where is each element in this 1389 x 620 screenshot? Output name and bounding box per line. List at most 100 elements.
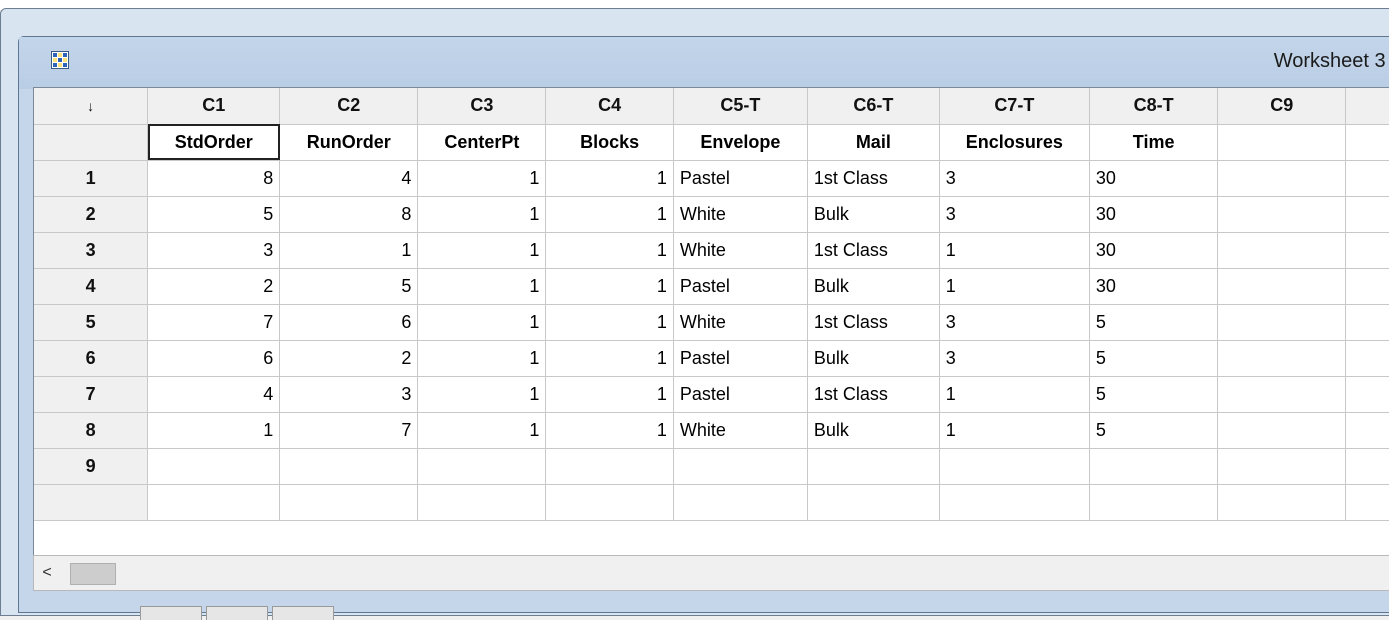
column-id-header[interactable]: C8-T xyxy=(1089,88,1219,125)
data-cell[interactable] xyxy=(1345,232,1389,269)
worksheet-icon[interactable] xyxy=(51,51,69,69)
data-cell[interactable] xyxy=(1217,340,1347,377)
table-row[interactable] xyxy=(34,484,1389,521)
worksheet-window[interactable]: Worksheet 3 * ↓ C1 C2 C3 C4 C5-T C6-T C7-T C8-T… xyxy=(18,36,1389,613)
data-cell[interactable]: 6 xyxy=(147,340,281,377)
data-cell[interactable]: 30 xyxy=(1089,232,1219,269)
data-cell[interactable] xyxy=(673,484,808,521)
column-id-header[interactable]: C5-T xyxy=(673,88,808,125)
data-cell[interactable] xyxy=(1345,376,1389,413)
data-cell[interactable] xyxy=(147,484,281,521)
row-number[interactable] xyxy=(34,484,149,521)
row-number[interactable]: 7 xyxy=(34,376,149,413)
data-cell[interactable] xyxy=(1345,268,1389,305)
data-cell[interactable]: 4 xyxy=(147,376,281,413)
column-name-cell[interactable]: Mail xyxy=(807,124,940,161)
table-row[interactable]: 5 7 6 1 1 White 1st Class 3 5 xyxy=(34,304,1389,341)
data-cell[interactable]: 1 xyxy=(417,160,547,197)
window-tab[interactable] xyxy=(140,606,202,620)
sort-arrow-icon[interactable]: ↓ xyxy=(34,88,149,125)
column-id-header[interactable]: C7-T xyxy=(939,88,1090,125)
data-cell[interactable] xyxy=(673,448,808,485)
data-cell[interactable]: White xyxy=(673,304,808,341)
data-cell[interactable]: Bulk xyxy=(807,196,940,233)
table-row[interactable]: 2 5 8 1 1 White Bulk 3 30 xyxy=(34,196,1389,233)
data-cell[interactable]: 3 xyxy=(147,232,281,269)
data-cell[interactable]: 8 xyxy=(147,160,281,197)
data-cell[interactable]: 30 xyxy=(1089,160,1219,197)
table-row[interactable]: 9 xyxy=(34,448,1389,485)
data-cell[interactable]: 1 xyxy=(417,196,547,233)
data-cell[interactable] xyxy=(417,448,547,485)
data-cell[interactable] xyxy=(1345,160,1389,197)
worksheet-grid[interactable]: ↓ C1 C2 C3 C4 C5-T C6-T C7-T C8-T C9 StdOrder Run… xyxy=(33,87,1389,559)
data-cell[interactable]: 3 xyxy=(939,340,1090,377)
data-cell[interactable] xyxy=(1345,412,1389,449)
table-row[interactable]: 3 3 1 1 1 White 1st Class 1 30 xyxy=(34,232,1389,269)
data-cell[interactable]: Pastel xyxy=(673,340,808,377)
column-id-header[interactable]: C1 xyxy=(147,88,281,125)
data-cell[interactable] xyxy=(1345,484,1389,521)
data-cell[interactable] xyxy=(279,448,419,485)
data-cell[interactable]: 2 xyxy=(279,340,419,377)
data-cell[interactable] xyxy=(1089,448,1219,485)
data-cell[interactable] xyxy=(1345,340,1389,377)
data-cell[interactable] xyxy=(1217,412,1347,449)
data-cell[interactable] xyxy=(1217,268,1347,305)
data-cell[interactable] xyxy=(279,484,419,521)
data-cell[interactable]: 1 xyxy=(417,268,547,305)
data-cell[interactable] xyxy=(1345,448,1389,485)
scroll-thumb[interactable] xyxy=(70,563,116,585)
data-cell[interactable]: 1st Class xyxy=(807,304,940,341)
data-cell[interactable]: 1 xyxy=(417,376,547,413)
row-number[interactable]: 8 xyxy=(34,412,149,449)
data-cell[interactable] xyxy=(147,448,281,485)
data-cell[interactable] xyxy=(807,448,940,485)
column-name-cell[interactable]: Time xyxy=(1089,124,1219,161)
data-cell[interactable]: 1 xyxy=(417,304,547,341)
data-cell[interactable]: Bulk xyxy=(807,268,940,305)
data-cell[interactable]: 5 xyxy=(147,196,281,233)
data-cell[interactable]: 1 xyxy=(545,340,674,377)
data-cell[interactable]: Bulk xyxy=(807,340,940,377)
column-id-header[interactable]: C3 xyxy=(417,88,547,125)
data-cell[interactable]: 30 xyxy=(1089,196,1219,233)
data-cell[interactable]: 3 xyxy=(279,376,419,413)
data-cell[interactable]: 3 xyxy=(939,160,1090,197)
column-name-cell[interactable]: CenterPt xyxy=(417,124,547,161)
row-number[interactable]: 5 xyxy=(34,304,149,341)
table-row[interactable]: 7 4 3 1 1 Pastel 1st Class 1 5 xyxy=(34,376,1389,413)
data-cell[interactable] xyxy=(1345,196,1389,233)
row-header-blank[interactable] xyxy=(34,124,149,161)
data-cell[interactable]: 8 xyxy=(279,196,419,233)
data-cell[interactable]: Pastel xyxy=(673,376,808,413)
data-cell[interactable]: 7 xyxy=(147,304,281,341)
data-cell[interactable]: 5 xyxy=(1089,376,1219,413)
row-number[interactable]: 1 xyxy=(34,160,149,197)
data-cell[interactable]: 1 xyxy=(939,232,1090,269)
table-row[interactable]: 6 6 2 1 1 Pastel Bulk 3 5 xyxy=(34,340,1389,377)
window-tab[interactable] xyxy=(206,606,268,620)
data-cell[interactable]: 2 xyxy=(147,268,281,305)
table-row[interactable]: 4 2 5 1 1 Pastel Bulk 1 30 xyxy=(34,268,1389,305)
row-number[interactable]: 3 xyxy=(34,232,149,269)
data-cell[interactable] xyxy=(1345,304,1389,341)
data-cell[interactable] xyxy=(807,484,940,521)
data-cell[interactable] xyxy=(1217,160,1347,197)
title-bar[interactable]: Worksheet 3 * xyxy=(19,37,1389,89)
data-cell[interactable] xyxy=(1217,448,1347,485)
data-cell[interactable]: White xyxy=(673,412,808,449)
data-cell[interactable]: 1 xyxy=(545,196,674,233)
data-cell[interactable]: 1st Class xyxy=(807,376,940,413)
column-id-header[interactable]: C6-T xyxy=(807,88,940,125)
scroll-left-icon[interactable]: < xyxy=(36,562,58,584)
data-cell[interactable]: 1 xyxy=(939,376,1090,413)
data-cell[interactable]: 30 xyxy=(1089,268,1219,305)
data-cell[interactable]: 1 xyxy=(939,412,1090,449)
data-cell[interactable]: 3 xyxy=(939,304,1090,341)
data-cell[interactable]: 1 xyxy=(545,304,674,341)
data-cell[interactable]: 5 xyxy=(1089,304,1219,341)
data-cell[interactable]: 1 xyxy=(417,412,547,449)
data-cell[interactable] xyxy=(545,448,674,485)
data-cell[interactable]: 6 xyxy=(279,304,419,341)
